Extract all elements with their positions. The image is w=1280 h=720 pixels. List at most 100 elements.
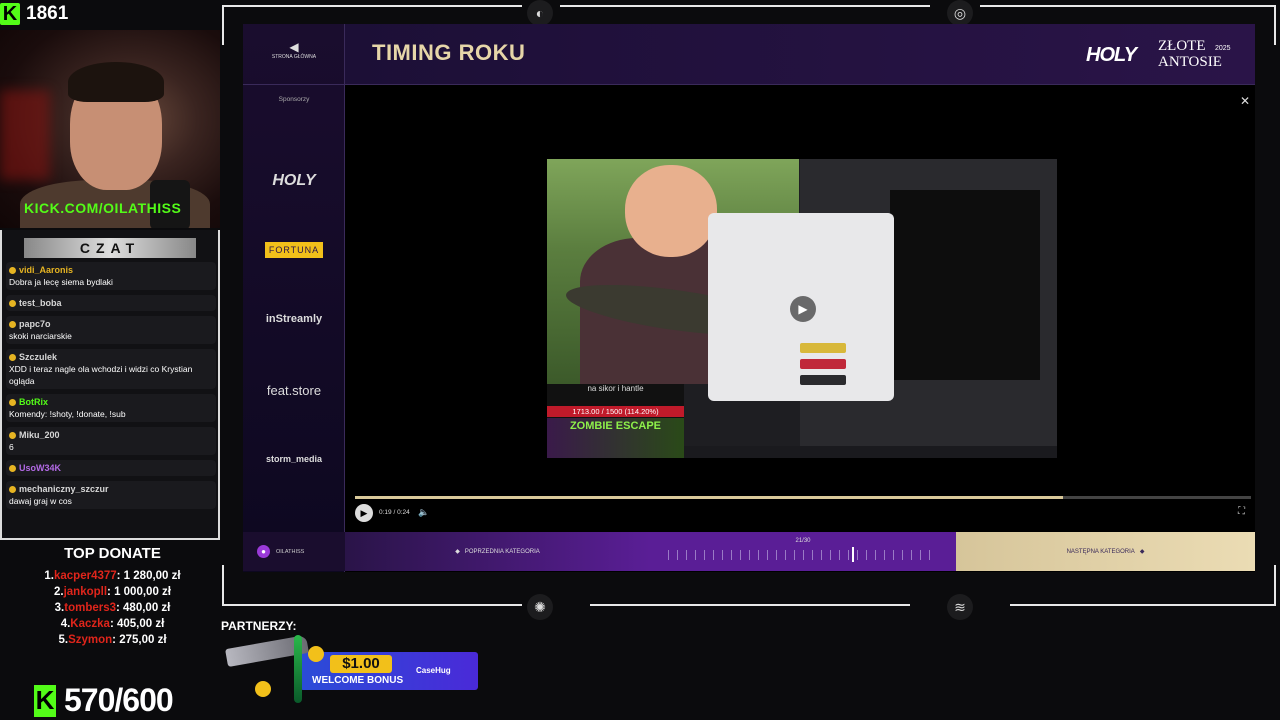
- user-avatar-icon: ●: [257, 545, 270, 558]
- chat-list: vidi_Aaronis Dobra ja lecę siema bydlaki t…: [6, 262, 216, 514]
- knife-icon: [294, 635, 302, 703]
- kick-logo-icon: K: [34, 684, 56, 717]
- donate-name: kacper4377: [53, 570, 117, 582]
- chat-message: mechaniczny_szczur dawaj graj w cos: [6, 481, 216, 509]
- donate-rank: 1.: [44, 570, 54, 582]
- chat-message: papc7o skoki narciarskie: [6, 316, 216, 344]
- chat-message: Szczulek XDD i teraz nagle ola wchodzi i …: [6, 349, 216, 389]
- donate-amount: : 1 280,00 zł: [116, 570, 181, 582]
- frame-line: [560, 5, 930, 7]
- channel-url: KICK.COM/OILATHISS: [24, 200, 182, 216]
- promo-brand: CaseHug: [416, 666, 451, 675]
- top-donate-panel: TOP DONATE 1.kacper4377: 1 280,00 zł 2.ja…: [0, 545, 225, 648]
- video-taskbar: [684, 446, 1057, 458]
- video-webcam-area: [890, 190, 1040, 380]
- sponsor-logo-icon: ◐: [527, 0, 553, 26]
- viewer-count: 1861: [26, 3, 69, 24]
- prev-label: POPRZEDNIA KATEGORIA: [464, 548, 540, 555]
- chat-username[interactable]: test_boba: [9, 297, 213, 309]
- sponsor-instreamly[interactable]: inStreamly: [250, 313, 338, 325]
- chat-text: XDD i teraz nagle ola wchodzi i widzi co…: [9, 364, 193, 386]
- category-position: 21/30: [795, 538, 811, 544]
- donate-name: Kaczka: [70, 618, 110, 630]
- back-label: STRONA GŁÓWNA: [271, 54, 317, 60]
- frame-line: [980, 5, 1276, 7]
- chat-username[interactable]: BotRix: [9, 396, 213, 408]
- chat-text: 6: [9, 442, 14, 452]
- chat-text: skoki narciarskie: [9, 331, 72, 341]
- chat-username[interactable]: Szczulek: [9, 351, 213, 363]
- chat-username[interactable]: vidi_Aaronis: [9, 264, 213, 276]
- chat-message: Miku_200 6: [6, 427, 216, 455]
- sidebar: [243, 24, 345, 572]
- previous-category-button[interactable]: ◆ POPRZEDNIA KATEGORIA: [345, 532, 650, 571]
- video-overlay-progress: 1713.00 / 1500 (114.20%): [547, 406, 684, 417]
- sponsor-logo-icon: ≋: [947, 594, 973, 620]
- coin-icon: [255, 681, 271, 697]
- user-badge-icon: [9, 398, 16, 406]
- donate-amount: : 405,00 zł: [109, 618, 165, 630]
- fullscreen-icon[interactable]: ⛶: [1238, 506, 1245, 517]
- chat-username[interactable]: UsoW34K: [9, 462, 213, 474]
- frame-line: [1274, 5, 1276, 45]
- home-back-button[interactable]: ◀ STRONA GŁÓWNA: [262, 40, 326, 60]
- user-badge-icon: [9, 353, 16, 361]
- frame-line: [222, 604, 522, 606]
- donate-name: tombers3: [64, 602, 117, 614]
- kick-logo-icon: K: [0, 3, 20, 25]
- event-name-2: ANTOSIE: [1158, 54, 1222, 70]
- divider: [344, 24, 345, 572]
- sub-goal: K 570/600: [34, 682, 174, 719]
- user-badge-icon: [9, 485, 16, 493]
- sponsor-holy[interactable]: HOLY: [250, 172, 338, 190]
- donate-rank: 5.: [58, 634, 69, 646]
- donate-name: jankopll: [63, 586, 108, 598]
- frame-line: [222, 5, 522, 7]
- user-badge-icon: [9, 431, 16, 439]
- user-badge-icon: [9, 464, 16, 472]
- chat-text: Komendy: !shoty, !donate, !sub: [9, 409, 126, 419]
- category-ticks: [668, 550, 938, 560]
- chat-title: CZAT: [24, 238, 196, 258]
- user-badge-icon: [9, 266, 16, 274]
- chat-username[interactable]: papc7o: [9, 318, 213, 330]
- sponsor-stormmedia[interactable]: storm_media: [250, 454, 338, 464]
- frame-line: [590, 604, 910, 606]
- event-year: 2025: [1215, 45, 1231, 52]
- donate-rank: 3.: [54, 602, 65, 614]
- user-info[interactable]: ● OILATHISS: [243, 532, 345, 571]
- sponsor-featstore[interactable]: feat.store: [250, 383, 338, 398]
- top-donate-title: TOP DONATE: [64, 545, 161, 562]
- donate-row: 4.Kaczka: 405,00 zł: [0, 616, 225, 632]
- chat-username[interactable]: mechaniczny_szczur: [9, 483, 213, 495]
- divider: [243, 84, 1255, 85]
- next-label: NASTĘPNA KATEGORIA: [1066, 548, 1135, 555]
- coin-icon: [308, 646, 324, 662]
- chat-username[interactable]: Miku_200: [9, 429, 213, 441]
- viewer-count-badge: K 1861: [0, 0, 100, 28]
- sponsor-fortuna[interactable]: FORTUNA: [265, 242, 323, 258]
- donate-amount: : 1 000,00 zł: [107, 586, 171, 598]
- chat-text: dawaj graj w cos: [9, 496, 72, 506]
- webcam-feed: [0, 30, 220, 228]
- time-display: 0:19 / 0:24: [379, 509, 410, 516]
- next-category-button[interactable]: NASTĘPNA KATEGORIA ◆: [956, 532, 1255, 571]
- category-active-tick: [852, 547, 854, 562]
- user-badge-icon: [9, 299, 16, 307]
- frame-line: [222, 5, 224, 45]
- close-icon[interactable]: ✕: [1240, 94, 1250, 108]
- play-overlay-icon[interactable]: ▶: [790, 296, 816, 322]
- frame-line: [1010, 604, 1276, 606]
- volume-icon[interactable]: 🔈: [418, 507, 429, 518]
- brand-logo: HOLY: [1086, 44, 1137, 66]
- promo-text: WELCOME BONUS: [312, 675, 404, 686]
- seek-bar-fill: [355, 496, 1063, 499]
- partners-label: PARTNERZY:: [221, 619, 297, 633]
- chat-message: UsoW34K: [6, 460, 216, 476]
- play-button[interactable]: ▶: [355, 504, 373, 522]
- page-title: TIMING ROKU: [372, 40, 526, 65]
- donate-row: 3.tombers3: 480,00 zł: [0, 600, 225, 616]
- arrow-right-icon: ◆: [1139, 549, 1145, 555]
- user-name: OILATHISS: [276, 548, 305, 555]
- sponsor-logo-icon: ✺: [527, 594, 553, 620]
